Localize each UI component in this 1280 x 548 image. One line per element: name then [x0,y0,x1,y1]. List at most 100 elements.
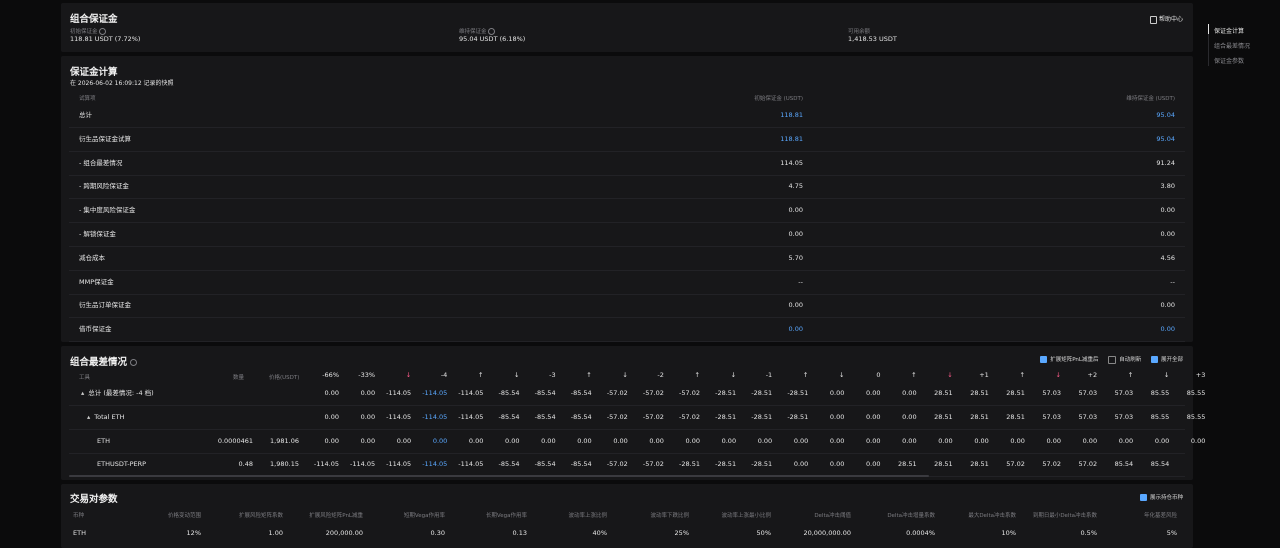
help-center-link[interactable]: 帮助中心 [1149,14,1183,24]
scenario-value: -57.02 [679,412,700,421]
scenario-header: ↑ [1019,371,1025,379]
qty-value: 0.48 [238,460,253,469]
scenario-value: -57.02 [606,412,628,421]
row-label: 减仓成本 [79,253,105,262]
scenario-value: 0.00 [757,436,773,445]
scenario-value: -28.51 [715,412,737,421]
scenario-value: 0.00 [396,436,412,445]
scenario-header: ↑ [477,371,484,379]
overview-title: 组合保证金 [70,14,118,25]
nav-item-worst-case[interactable]: 组合最差情况 [1214,41,1250,50]
scenario-header: ↓ [1055,371,1061,379]
maint-value: 0.00 [1160,206,1175,215]
scenario-value: -57.02 [642,389,664,397]
worst-case-title: 组合最差情况 [70,354,138,368]
scenario-value: -28.51 [715,460,737,469]
scenario-header: ↓ [514,371,520,379]
initial-value: 5.70 [788,253,803,262]
table-row: ▴ 总计 (最差情况: -4 档) 0.00 0.00 -114.05 -114.05 -1… [69,382,1205,406]
col-initial: 初始保证金 (USDT) [754,96,803,102]
table-row: 总计 118.81 95.04 [69,104,1185,128]
scenario-value: 57.02 [1042,460,1061,469]
scenario-header: -66% [322,371,339,379]
scenario-value: 28.51 [970,412,989,421]
scenario-value: -85.54 [570,412,592,421]
scenario-value: 57.02 [1006,460,1025,469]
scenario-value: -28.51 [715,389,737,397]
scenario-value: 28.51 [970,389,989,397]
scenario-value: -28.51 [751,389,773,397]
info-icon[interactable] [99,28,107,35]
col-qty: 数量 [233,375,245,381]
worst-case-options: 扩展矩阵PnL减重后 自动刷新 展开全部 [1040,355,1183,364]
scenario-header: +1 [979,371,989,379]
scenario-value: 57.03 [1114,412,1134,421]
row-label: - 组合最差情况 [79,158,123,167]
row-label: - 集中度风险保证金 [79,206,136,215]
col-price: 价格(USDT) [269,375,300,381]
scenario-value: 57.03 [1078,389,1098,397]
checkbox-checked-icon [1150,356,1158,363]
scenario-value: 0.00 [649,436,664,445]
nav-item-margin-params[interactable]: 保证金参数 [1214,56,1244,65]
instrument-name: ETH [97,436,110,445]
caret-up-icon[interactable]: ▴ [87,413,90,421]
scenario-value: 85.55 [1186,412,1206,421]
row-label: ETHUSDT-PERP [97,453,146,477]
col-maint: 维持保证金 (USDT) [1126,96,1175,102]
maint-value: 95.04 [1156,111,1175,119]
horizontal-scrollbar[interactable] [69,475,929,477]
info-icon[interactable] [130,359,138,366]
scenario-value: 57.03 [1042,389,1061,397]
scenario-header: ↑ [802,371,809,379]
scenario-value: 0.00 [829,389,845,397]
scenario-value: -85.54 [498,389,520,397]
scenario-value: 0.00 [432,436,448,445]
qty-value: 0.0000461 [217,436,253,445]
scenario-value: 0.00 [793,436,809,445]
initial-margin-label: 初始保证金 [70,27,107,35]
row-label: ▴ 总计 (最差情况: -4 档) [81,382,154,406]
caret-up-icon[interactable]: ▴ [81,389,84,397]
param-header: 币种 [73,513,85,519]
scenario-value: 0.00 [360,389,376,397]
nav-item-margin-calc[interactable]: 保证金计算 [1214,26,1244,35]
scenario-value: 85.55 [1186,389,1206,397]
price-value: 1,981.06 [270,436,299,445]
row-label: ETH [97,430,110,454]
params-title: 交易对参数 [70,494,118,505]
scenario-value: 0.00 [866,389,881,397]
scenario-value: -28.51 [751,412,773,421]
scenario-value: 0.00 [1082,436,1098,445]
pnl-checkbox[interactable]: 扩展矩阵PnL减重后 [1040,356,1098,363]
param-header: 年化基差风险 [1143,513,1177,519]
col-tool: 工具 [79,375,91,381]
scenario-value: 0.00 [1190,436,1206,445]
scenario-header: -33% [358,371,376,379]
maint-value: 4.56 [1160,253,1175,262]
row-label: 借币保证金 [79,325,112,334]
table-row: 减仓成本 5.70 4.56 [69,247,1185,271]
scenario-value: -114.05 [386,389,412,397]
scenario-header: ↓ [622,371,628,379]
initial-value: 118.81 [780,111,803,119]
show-holdings-checkbox[interactable]: 展示持仓币种 [1139,493,1183,501]
row-label: 衍生品保证金试算 [79,134,131,143]
scenario-value: 85.55 [1150,412,1170,421]
auto-refresh-checkbox[interactable]: 自动刷新 [1108,355,1141,364]
scenario-value: -28.51 [787,389,809,397]
overview-panel: 组合保证金 帮助中心 初始保证金 118.81 USDT (7.72%) 维持保… [61,3,1193,52]
scenario-value: -114.05 [350,460,376,469]
info-icon[interactable] [488,28,496,35]
scenario-value: -57.02 [642,460,664,469]
scenario-value: 0.00 [324,389,339,397]
scenario-value: -57.02 [606,460,628,469]
scenario-header: ↓ [838,371,845,379]
expand-all-checkbox[interactable]: 展开全部 [1150,356,1183,363]
scenario-value: -114.05 [313,460,339,469]
price-value: 1,980.15 [270,460,299,469]
table-row: 衍生品保证金试算 118.81 95.04 [69,128,1185,152]
table-row: MMP保证金 -- -- [69,271,1185,295]
scenario-value: -114.05 [386,412,412,421]
scenario-value: -85.54 [570,460,592,469]
